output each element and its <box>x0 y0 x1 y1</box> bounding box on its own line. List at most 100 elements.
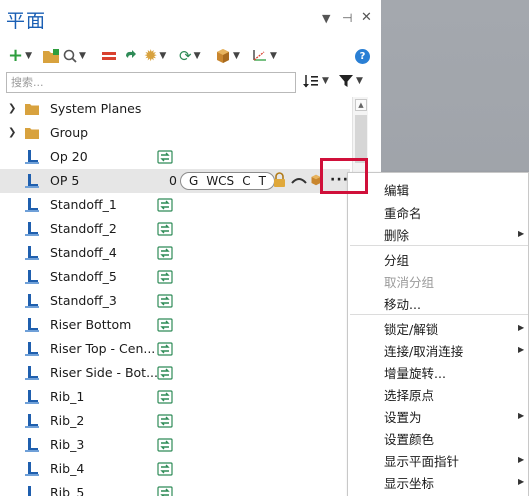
menu-separator <box>350 314 528 315</box>
axes-button[interactable]: ▼ <box>250 46 277 66</box>
tree-row-rib-4[interactable]: Rib_4 <box>0 457 350 481</box>
plane-icon <box>25 222 39 236</box>
plane-icon <box>25 150 39 164</box>
sync-icon[interactable] <box>157 485 173 496</box>
tree-row-standoff-1[interactable]: Standoff_1 <box>0 193 350 217</box>
menu-item-set-as[interactable]: 设置为 <box>384 407 422 426</box>
equal-button[interactable] <box>102 46 116 66</box>
plane-number[interactable]: 0 <box>169 173 177 188</box>
pin-icon[interactable]: ⊣ <box>342 11 352 25</box>
equal-icon <box>102 52 116 60</box>
tree-row-rib-2[interactable]: Rib_2 <box>0 409 350 433</box>
cube-icon <box>217 49 229 63</box>
menu-item-set-color[interactable]: 设置颜色 <box>384 429 434 448</box>
tree-row-standoff-5[interactable]: Standoff_5 <box>0 265 350 289</box>
close-icon[interactable]: ✕ <box>361 10 372 25</box>
chevron-down-icon: ▼ <box>322 76 329 86</box>
menu-item-rename[interactable]: 重命名 <box>384 203 422 222</box>
tree-row-op-20[interactable]: Op 20 <box>0 145 350 169</box>
tree-item-label: Riser Side - Bot... <box>50 365 159 380</box>
sync-icon[interactable] <box>157 269 173 285</box>
tree-item-label: Riser Bottom <box>50 317 132 332</box>
lock-icon[interactable] <box>273 172 286 188</box>
sync-icon[interactable] <box>157 461 173 477</box>
tree-row-riser-side[interactable]: Riser Side - Bot... <box>0 361 350 385</box>
submenu-arrow-icon: ▶ <box>518 323 525 332</box>
menu-item-delete[interactable]: 删除 <box>384 225 409 244</box>
filter-button[interactable]: ▼ <box>339 74 363 88</box>
sync-icon[interactable] <box>157 413 173 429</box>
undo-button[interactable] <box>123 46 137 66</box>
panel-dropdown-icon[interactable]: ▼ <box>322 12 330 25</box>
tag-c-toggle[interactable]: C <box>242 174 250 188</box>
link-icon[interactable] <box>291 174 307 186</box>
tree-row-standoff-2[interactable]: Standoff_2 <box>0 217 350 241</box>
sync-icon[interactable] <box>157 389 173 405</box>
menu-item-lock-unlock[interactable]: 锁定/解锁 <box>384 319 438 338</box>
tag-t-toggle[interactable]: T <box>259 174 266 188</box>
submenu-arrow-icon: ▶ <box>518 411 525 420</box>
menu-item-incremental-rotate[interactable]: 增量旋转... <box>384 363 446 382</box>
plane-icon <box>25 198 39 212</box>
tree-row-standoff-4[interactable]: Standoff_4 <box>0 241 350 265</box>
tree-row-group[interactable]: ❯ Group <box>0 121 350 145</box>
tree-row-op-5[interactable]: OP 5 0 G WCS C T ··· <box>0 169 350 193</box>
sync-icon[interactable] <box>157 221 173 237</box>
tree-row-riser-bottom[interactable]: Riser Bottom <box>0 313 350 337</box>
add-plane-button[interactable]: + ▼ <box>8 46 32 66</box>
menu-item-edit[interactable]: 编辑 <box>384 180 409 199</box>
submenu-arrow-icon: ▶ <box>518 345 525 354</box>
submenu-arrow-icon: ▶ <box>518 229 525 238</box>
sync-icon[interactable] <box>157 437 173 453</box>
expand-arrow-icon[interactable]: ❯ <box>8 103 16 114</box>
tree-item-label: Riser Top - Cen... <box>50 341 156 356</box>
sync-icon[interactable] <box>157 341 173 357</box>
undo-icon <box>126 50 136 58</box>
search-input[interactable] <box>6 72 296 93</box>
sync-icon[interactable] <box>157 365 173 381</box>
tree-item-label: Rib_1 <box>50 389 85 404</box>
plane-tags: G WCS C T <box>180 172 275 190</box>
tree-row-rib-1[interactable]: Rib_1 <box>0 385 350 409</box>
menu-item-select-origin[interactable]: 选择原点 <box>384 385 434 404</box>
tree-row-standoff-3[interactable]: Standoff_3 <box>0 289 350 313</box>
sync-icon[interactable] <box>157 245 173 261</box>
sync-icon[interactable] <box>157 197 173 213</box>
tag-g-toggle[interactable]: G <box>189 174 198 188</box>
scroll-thumb[interactable] <box>355 115 367 163</box>
sync-icon[interactable] <box>157 317 173 333</box>
expand-arrow-icon[interactable]: ❯ <box>8 127 16 138</box>
tree-row-riser-top[interactable]: Riser Top - Cen... <box>0 337 350 361</box>
axes-icon <box>253 50 266 61</box>
menu-item-link-unlink[interactable]: 连接/取消连接 <box>384 341 463 360</box>
plane-icon <box>25 270 39 284</box>
menu-item-move[interactable]: 移动... <box>384 294 421 313</box>
tree-item-label: Rib_4 <box>50 461 85 476</box>
tree-item-label: Standoff_2 <box>50 221 117 236</box>
settings-button[interactable]: ✹ ▼ <box>144 46 166 66</box>
sort-button[interactable]: ▼ <box>303 74 329 88</box>
menu-item-group[interactable]: 分组 <box>384 250 409 269</box>
scroll-up-arrow-icon[interactable]: ▲ <box>355 99 367 111</box>
sync-icon[interactable] <box>157 149 173 165</box>
folder-button[interactable] <box>42 46 60 66</box>
box-button[interactable]: ▼ <box>215 46 240 66</box>
planes-panel: 平面 ▼ ⊣ ✕ + ▼ ▼ ✹ ▼ ⟳ ▼ ▼ ▼ ? 搜索... ▼ ▼ ❯… <box>0 0 381 496</box>
highlight-box <box>320 158 368 194</box>
folder-icon <box>25 104 39 115</box>
menu-item-show-plane-pointer[interactable]: 显示平面指针 <box>384 451 459 470</box>
tree-row-rib-3[interactable]: Rib_3 <box>0 433 350 457</box>
search-plane-button[interactable]: ▼ <box>63 46 86 66</box>
plane-icon <box>25 294 39 308</box>
tree-row-rib-5[interactable]: Rib_5 <box>0 481 350 496</box>
tree-row-system-planes[interactable]: ❯ System Planes <box>0 97 350 121</box>
tree-item-label: Standoff_4 <box>50 245 117 260</box>
help-icon[interactable]: ? <box>355 49 370 64</box>
sync-icon[interactable] <box>157 293 173 309</box>
plane-icon <box>25 366 39 380</box>
menu-item-show-coordinates[interactable]: 显示坐标 <box>384 473 434 492</box>
folder-icon <box>25 128 39 139</box>
tag-wcs-toggle[interactable]: WCS <box>206 174 234 188</box>
tree-item-label: Rib_5 <box>50 485 85 496</box>
sync-button[interactable]: ⟳ ▼ <box>179 46 201 66</box>
